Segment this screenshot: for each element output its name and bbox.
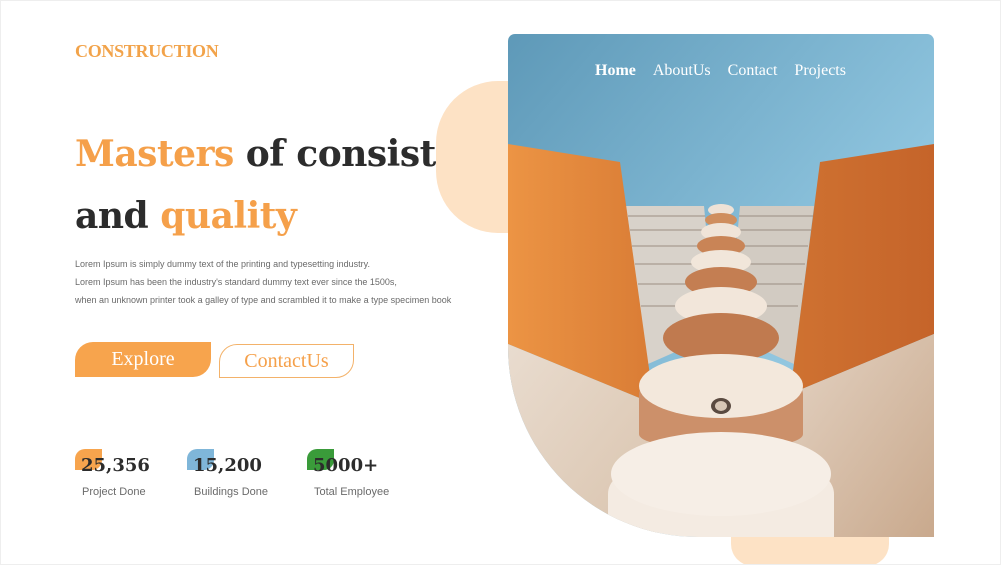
description-line: when an unknown printer took a galley of… <box>75 295 452 305</box>
stat-value: 15,200 <box>193 455 262 476</box>
nav-projects[interactable]: Projects <box>794 62 846 80</box>
nav-about-us[interactable]: AboutUs <box>653 62 711 80</box>
headline-accent-masters: Masters <box>75 133 234 175</box>
nav-contact[interactable]: Contact <box>728 62 778 80</box>
explore-button[interactable]: Explore <box>75 342 211 377</box>
stat-label: Project Done <box>82 486 146 498</box>
description-line: Lorem Ipsum has been the industry's stan… <box>75 277 397 287</box>
stat-label: Buildings Done <box>194 486 268 498</box>
landing-page: CONSTRUCTION Masters of consistency and … <box>0 0 1001 565</box>
building-photo <box>508 34 934 537</box>
stat-label: Total Employee <box>314 486 390 498</box>
stat-value: 5000+ <box>313 455 379 476</box>
stat-value: 25,356 <box>81 455 150 476</box>
contact-us-button[interactable]: ContactUs <box>219 344 354 378</box>
main-nav: Home AboutUs Contact Projects <box>595 62 846 80</box>
brand-logo[interactable]: CONSTRUCTION <box>75 41 219 62</box>
headline-accent-quality: quality <box>160 195 297 237</box>
hero-image <box>508 34 934 537</box>
nav-home[interactable]: Home <box>595 62 636 80</box>
hero-description: Lorem Ipsum is simply dummy text of the … <box>75 255 451 309</box>
headline-text-2: and <box>75 195 161 237</box>
description-line: Lorem Ipsum is simply dummy text of the … <box>75 259 370 269</box>
